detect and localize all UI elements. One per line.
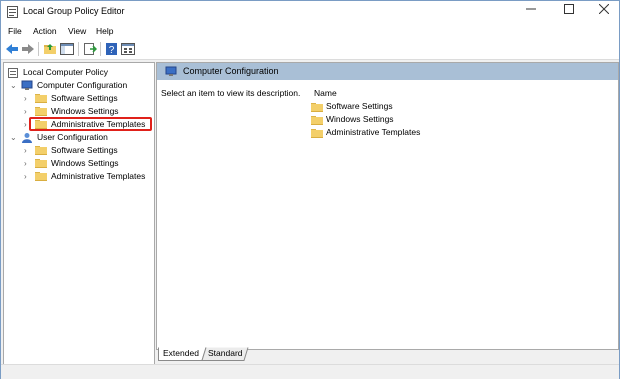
folder-icon xyxy=(35,146,47,155)
toolbar-separator xyxy=(100,42,101,56)
tree-item-computer-software-settings[interactable]: › Software Settings xyxy=(7,92,147,105)
help-icon[interactable]: ? xyxy=(105,42,119,56)
tab-extended[interactable]: Extended xyxy=(160,347,202,360)
show-hide-tree-icon[interactable] xyxy=(60,42,74,56)
tree-item-user-configuration[interactable]: ⌄ User Configuration xyxy=(7,131,147,144)
tree-pane: Local Computer Policy ⌄ Computer Configu… xyxy=(3,62,155,365)
list-item-windows-settings[interactable]: Windows Settings xyxy=(311,114,451,127)
tree-item-label: Windows Settings xyxy=(51,158,119,168)
tree-item-label: Software Settings xyxy=(51,93,118,103)
maximize-icon xyxy=(564,4,574,14)
chevron-down-icon[interactable]: ⌄ xyxy=(10,79,17,92)
chevron-right-icon[interactable]: › xyxy=(24,170,27,183)
column-header-name[interactable]: Name xyxy=(314,88,337,98)
details-pane: Computer Configuration Select an item to… xyxy=(156,62,619,350)
folder-icon xyxy=(311,116,323,125)
tree-item-user-administrative-templates[interactable]: › Administrative Templates xyxy=(7,170,147,183)
folder-icon xyxy=(35,159,47,168)
folder-icon xyxy=(311,129,323,138)
menu-help[interactable]: Help xyxy=(96,26,113,36)
folder-icon xyxy=(35,107,47,116)
toolbar-separator xyxy=(78,42,79,56)
tree-item-user-software-settings[interactable]: › Software Settings xyxy=(7,144,147,157)
tree-item-user-windows-settings[interactable]: › Windows Settings xyxy=(7,157,147,170)
menu-view[interactable]: View xyxy=(68,26,86,36)
chevron-right-icon[interactable]: › xyxy=(24,105,27,118)
back-arrow-icon[interactable] xyxy=(5,42,19,56)
svg-text:?: ? xyxy=(109,45,115,56)
highlight-box xyxy=(29,117,152,131)
tree-item-label: Computer Configuration xyxy=(37,80,128,90)
tree-item-label: Administrative Templates xyxy=(51,171,146,181)
app-window: Local Group Policy Editor File Action Vi… xyxy=(0,0,620,379)
list-item-label: Windows Settings xyxy=(326,114,394,124)
folder-icon xyxy=(35,172,47,181)
properties-icon[interactable] xyxy=(121,42,135,56)
menu-file[interactable]: File xyxy=(8,26,22,36)
menu-action[interactable]: Action xyxy=(33,26,57,36)
tree-root-label: Local Computer Policy xyxy=(23,67,109,77)
chevron-right-icon[interactable]: › xyxy=(24,118,27,131)
chevron-right-icon[interactable]: › xyxy=(24,92,27,105)
toolbar: ? xyxy=(1,39,619,60)
list-item-label: Administrative Templates xyxy=(326,127,421,137)
tree-item-label: Software Settings xyxy=(51,145,118,155)
chevron-right-icon[interactable]: › xyxy=(24,144,27,157)
list-item-label: Software Settings xyxy=(326,101,393,111)
forward-arrow-icon[interactable] xyxy=(21,42,35,56)
toolbar-separator xyxy=(38,42,39,56)
menu-bar: File Action View Help xyxy=(1,23,619,39)
folder-icon xyxy=(311,103,323,112)
list-item-software-settings[interactable]: Software Settings xyxy=(311,101,451,114)
status-bar xyxy=(1,364,619,379)
tab-standard[interactable]: Standard xyxy=(205,347,246,360)
user-icon xyxy=(22,133,32,143)
tree-root[interactable]: Local Computer Policy xyxy=(7,66,147,79)
description-text: Select an item to view its description. xyxy=(161,88,301,98)
computer-icon xyxy=(21,80,33,90)
chevron-right-icon[interactable]: › xyxy=(24,157,27,170)
computer-icon xyxy=(165,66,177,76)
chevron-down-icon[interactable]: ⌄ xyxy=(10,131,17,144)
window-title: Local Group Policy Editor xyxy=(23,6,125,16)
up-folder-icon[interactable] xyxy=(43,42,57,56)
close-button[interactable] xyxy=(589,1,619,23)
minimize-button[interactable] xyxy=(516,1,546,23)
view-tabs: Extended Standard xyxy=(158,347,618,361)
close-icon xyxy=(598,3,610,15)
policy-app-icon xyxy=(7,6,18,18)
minimize-icon xyxy=(526,8,536,10)
policy-document-icon xyxy=(8,68,18,78)
tree-item-computer-configuration[interactable]: ⌄ Computer Configuration xyxy=(7,79,147,92)
list-item-administrative-templates[interactable]: Administrative Templates xyxy=(311,127,451,140)
details-header-title: Computer Configuration xyxy=(183,66,279,76)
title-bar: Local Group Policy Editor xyxy=(1,1,619,23)
details-header: Computer Configuration xyxy=(157,63,618,80)
export-list-icon[interactable] xyxy=(83,42,97,56)
maximize-button[interactable] xyxy=(554,1,584,23)
tree-item-label: User Configuration xyxy=(37,132,108,142)
folder-icon xyxy=(35,94,47,103)
